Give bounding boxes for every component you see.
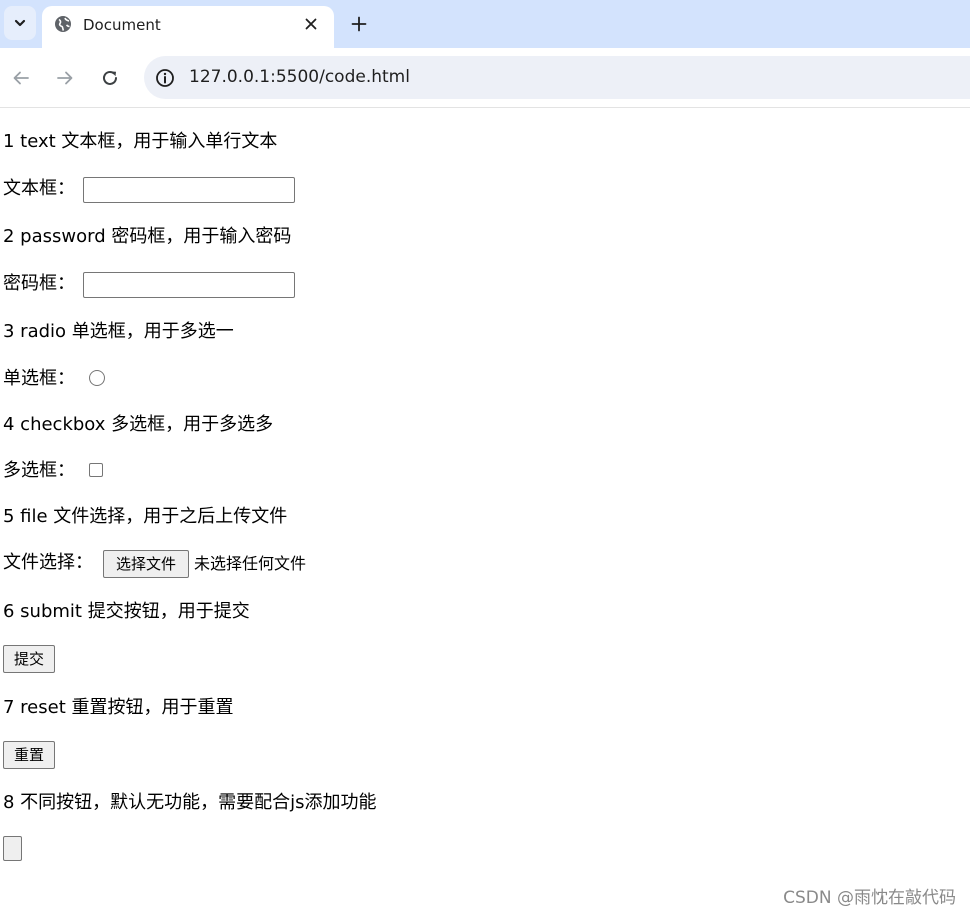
text-input[interactable]: [83, 177, 295, 203]
heading-radio: 3 radio 单选框，用于多选一: [3, 321, 234, 342]
radio-button[interactable]: [89, 370, 105, 386]
forward-button[interactable]: [52, 65, 78, 91]
page-content: 1 text 文本框，用于输入单行文本 文本框： 2 password 密码框，…: [0, 108, 970, 917]
back-button[interactable]: [8, 65, 34, 91]
empty-button[interactable]: [3, 836, 22, 861]
radio-row: 单选框：: [3, 367, 75, 391]
submit-button[interactable]: 提交: [3, 645, 55, 673]
heading-button: 8 不同按钮，默认无功能，需要配合js添加功能: [3, 792, 377, 813]
globe-icon: [55, 16, 71, 32]
file-row: 文件选择：: [3, 551, 93, 575]
password-field-label: 密码框：: [3, 273, 75, 294]
address-bar[interactable]: 127.0.0.1:5500/code.html: [144, 56, 970, 99]
tab-close-button[interactable]: [300, 13, 322, 35]
site-info-button[interactable]: [153, 66, 177, 90]
reload-button[interactable]: [97, 65, 123, 91]
text-field-row: 文本框：: [3, 177, 75, 201]
url-text: 127.0.0.1:5500/code.html: [189, 67, 410, 87]
browser-toolbar: 127.0.0.1:5500/code.html: [0, 48, 970, 108]
text-field-label: 文本框：: [3, 178, 75, 199]
heading-submit: 6 submit 提交按钮，用于提交: [3, 601, 250, 622]
password-field-row: 密码框：: [3, 272, 75, 296]
choose-file-button[interactable]: 选择文件: [103, 550, 189, 578]
heading-text: 1 text 文本框，用于输入单行文本: [3, 131, 278, 152]
heading-file: 5 file 文件选择，用于之后上传文件: [3, 506, 288, 527]
heading-password: 2 password 密码框，用于输入密码: [3, 226, 292, 247]
checkbox-label: 多选框：: [3, 460, 75, 481]
reload-icon: [103, 70, 117, 85]
checkbox[interactable]: [89, 463, 103, 477]
checkbox-row: 多选框：: [3, 459, 75, 483]
arrow-right-icon: [57, 71, 73, 85]
chevron-down-icon: [14, 19, 26, 27]
radio-label: 单选框：: [3, 368, 75, 389]
plus-icon: [351, 16, 367, 32]
password-input[interactable]: [83, 272, 295, 298]
tab-title: Document: [83, 16, 161, 34]
arrow-left-icon: [13, 71, 29, 85]
reset-button[interactable]: 重置: [3, 741, 55, 769]
heading-checkbox: 4 checkbox 多选框，用于多选多: [3, 414, 274, 435]
file-label: 文件选择：: [3, 552, 93, 573]
watermark: CSDN @雨忱在敲代码: [783, 888, 956, 908]
tab-search-button[interactable]: [4, 6, 36, 40]
tab-strip: Document: [0, 0, 970, 48]
close-icon: [305, 18, 317, 30]
file-status-text: 未选择任何文件: [194, 554, 307, 573]
heading-reset: 7 reset 重置按钮，用于重置: [3, 697, 234, 718]
active-tab[interactable]: Document: [42, 6, 334, 48]
new-tab-button[interactable]: [346, 11, 372, 37]
info-icon: [156, 69, 174, 87]
